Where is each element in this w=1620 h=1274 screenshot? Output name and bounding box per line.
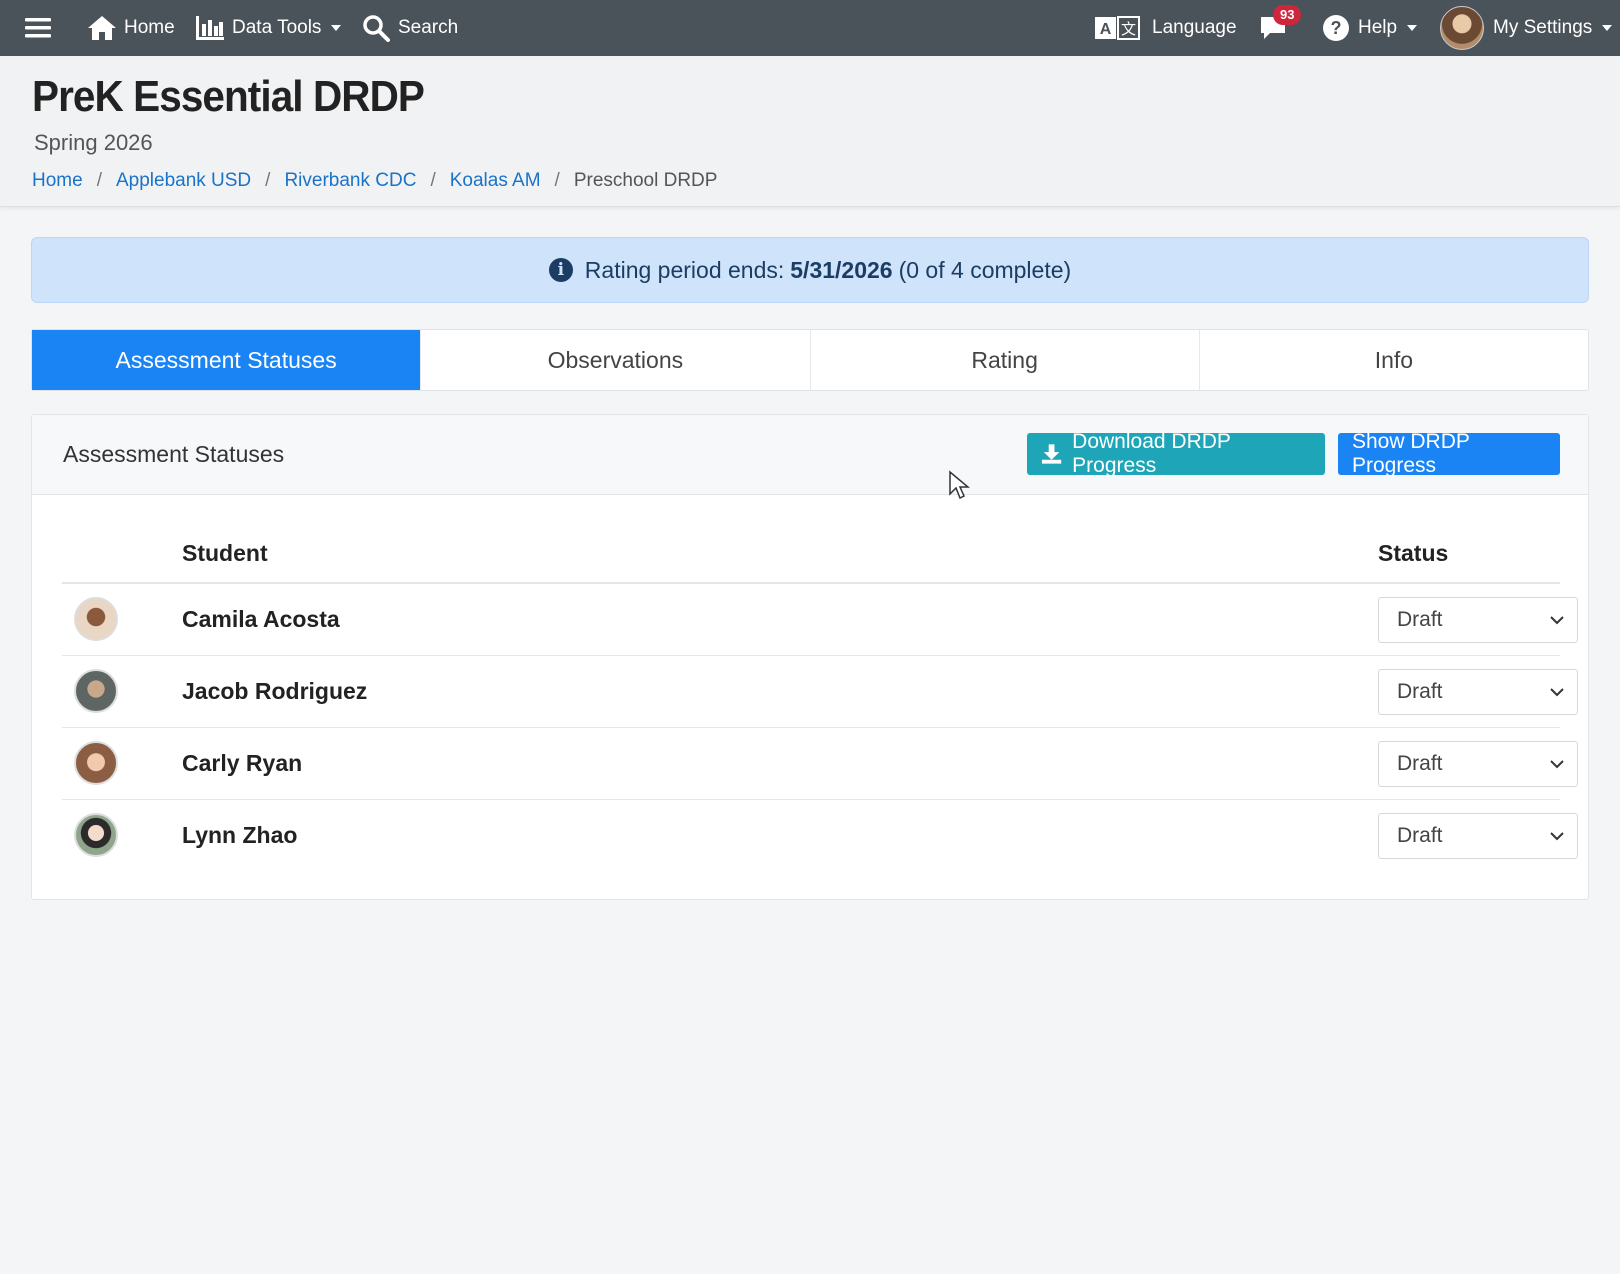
breadcrumb-district[interactable]: Applebank USD: [116, 170, 251, 192]
nav-search-label: Search: [398, 17, 459, 38]
breadcrumb-separator: /: [96, 170, 102, 191]
breadcrumb-site[interactable]: Riverbank CDC: [284, 170, 416, 192]
status-select-value: Draft: [1397, 752, 1443, 775]
column-header-student: Student: [182, 540, 268, 566]
nav-data-tools[interactable]: Data Tools: [196, 0, 342, 56]
card-header: Assessment Statuses Download DRDP Progre…: [32, 415, 1588, 495]
student-avatar: [74, 741, 118, 785]
page-header: PreK Essential DRDP Spring 2026 Home / A…: [0, 56, 1620, 207]
alert-prefix: Rating period ends:: [584, 256, 785, 283]
status-select[interactable]: Draft: [1378, 597, 1578, 643]
breadcrumb-class[interactable]: Koalas AM: [450, 170, 541, 192]
user-avatar[interactable]: [1440, 6, 1484, 50]
rating-period-alert: i Rating period ends: 5/31/2026 (0 of 4 …: [31, 237, 1589, 303]
card-title: Assessment Statuses: [63, 441, 285, 467]
bar-chart-icon: [196, 16, 224, 40]
tab-observations[interactable]: Observations: [421, 330, 811, 390]
chevron-down-icon: [1550, 616, 1564, 625]
chevron-down-icon: [1550, 688, 1564, 697]
svg-text:A: A: [1100, 21, 1112, 38]
chevron-down-icon: [1550, 832, 1564, 841]
table-row: Jacob Rodriguez Draft: [62, 656, 1578, 728]
breadcrumb-separator: /: [265, 170, 271, 191]
student-name[interactable]: Jacob Rodriguez: [182, 678, 367, 705]
menu-icon[interactable]: [25, 0, 51, 56]
nav-language-label: Language: [1152, 17, 1237, 38]
translate-icon: A文: [1095, 16, 1140, 40]
nav-my-settings[interactable]: My Settings: [1493, 0, 1613, 56]
tab-info[interactable]: Info: [1200, 330, 1588, 390]
table-row: Lynn Zhao Draft: [62, 800, 1578, 872]
info-icon: i: [548, 258, 573, 282]
nav-help-label: Help: [1358, 17, 1398, 38]
table-row: Carly Ryan Draft: [62, 728, 1578, 800]
tab-rating[interactable]: Rating: [811, 330, 1200, 390]
breadcrumb-separator: /: [430, 170, 436, 191]
student-name[interactable]: Lynn Zhao: [182, 822, 297, 849]
student-avatar: [74, 669, 118, 713]
student-avatar: [74, 597, 118, 641]
column-header-status: Status: [1378, 540, 1449, 566]
nav-settings-label: My Settings: [1493, 17, 1593, 38]
student-name[interactable]: Carly Ryan: [182, 750, 302, 777]
status-select-value: Draft: [1397, 680, 1443, 703]
page-subtitle: Spring 2026: [34, 130, 153, 155]
breadcrumb-current: Preschool DRDP: [573, 170, 718, 191]
assessment-statuses-card: Assessment Statuses Download DRDP Progre…: [31, 414, 1589, 900]
mouse-cursor-icon: [949, 470, 970, 500]
table-row: Camila Acosta Draft: [62, 584, 1578, 656]
alert-date: 5/31/2026: [790, 256, 893, 283]
notification-badge: 93: [1273, 5, 1302, 25]
svg-text:?: ?: [1331, 18, 1342, 38]
nav-help[interactable]: ? Help: [1322, 0, 1418, 56]
status-select[interactable]: Draft: [1378, 741, 1578, 787]
download-drdp-progress-button[interactable]: Download DRDP Progress: [1027, 430, 1325, 477]
download-button-label: Download DRDP Progress: [1072, 430, 1231, 477]
caret-down-icon: [1602, 25, 1613, 31]
alert-suffix: (0 of 4 complete): [898, 256, 1072, 283]
nav-search[interactable]: Search: [362, 0, 458, 56]
search-icon: [363, 15, 390, 42]
status-select-value: Draft: [1397, 608, 1443, 631]
status-select-value: Draft: [1397, 824, 1443, 847]
caret-down-icon: [331, 25, 342, 31]
page-title: PreK Essential DRDP: [32, 72, 425, 121]
top-navbar: Home Data Tools Search A文 Language 93 ? …: [0, 0, 1620, 56]
question-circle-icon: ?: [1323, 15, 1349, 41]
show-drdp-progress-button[interactable]: Show DRDP Progress: [1338, 430, 1560, 477]
nav-data-tools-label: Data Tools: [232, 17, 322, 38]
breadcrumb-home[interactable]: Home: [32, 170, 83, 192]
tab-bar: Assessment Statuses Observations Rating …: [31, 329, 1589, 391]
status-select[interactable]: Draft: [1378, 669, 1578, 715]
svg-text:文: 文: [1121, 20, 1136, 38]
home-icon: [88, 16, 116, 40]
nav-language[interactable]: A文 Language: [1094, 0, 1237, 56]
download-icon: [1041, 444, 1062, 464]
student-avatar: [74, 813, 118, 857]
status-select[interactable]: Draft: [1378, 813, 1578, 859]
tab-assessment-statuses[interactable]: Assessment Statuses: [32, 330, 422, 390]
chevron-down-icon: [1550, 760, 1564, 769]
nav-home[interactable]: Home: [86, 0, 175, 56]
student-name[interactable]: Camila Acosta: [182, 606, 340, 633]
breadcrumb: Home / Applebank USD / Riverbank CDC / K…: [32, 170, 717, 192]
nav-home-label: Home: [124, 17, 175, 38]
caret-down-icon: [1407, 25, 1418, 31]
breadcrumb-separator: /: [554, 170, 560, 191]
